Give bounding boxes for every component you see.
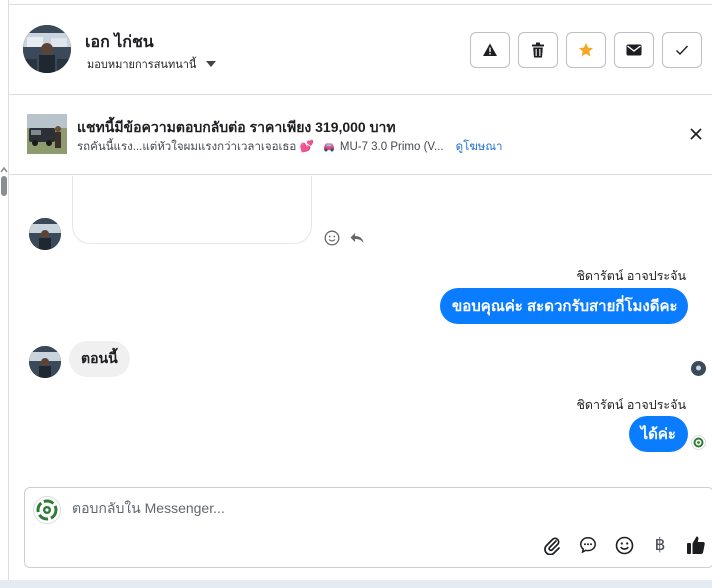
- composer-toolbar: ฿: [541, 534, 707, 556]
- reply-icon[interactable]: [349, 230, 365, 246]
- ad-banner: แชทนี้มีข้อความตอบกลับต่อ ราคาเพียง 319,…: [9, 96, 712, 175]
- emoji-react-icon[interactable]: [324, 230, 340, 246]
- seen-avatar: [691, 361, 706, 376]
- conversation-header: เอก ไก่ชน มอบหมายการสนทนานี้: [9, 5, 712, 95]
- incoming-message-bubble[interactable]: ตอนนี้: [69, 341, 130, 377]
- bottom-strip: [0, 580, 712, 588]
- message-input[interactable]: [72, 500, 632, 516]
- delete-button[interactable]: [518, 32, 558, 68]
- assign-conversation-dropdown[interactable]: มอบหมายการสนทนานี้: [87, 55, 217, 73]
- warning-icon: [483, 43, 497, 56]
- envelope-icon: [626, 44, 642, 56]
- outgoing-message-bubble[interactable]: ขอบคุณค่ะ สะดวกรับสายกี่โมงดีคะ: [440, 288, 688, 324]
- like-button[interactable]: [685, 534, 707, 556]
- star-icon: [579, 43, 593, 57]
- outgoing-message-bubble[interactable]: ได้ค่ะ: [628, 416, 688, 452]
- emoji-button[interactable]: [613, 534, 635, 556]
- contact-name: เอก ไก่ชน: [85, 34, 154, 51]
- message-actions: [324, 230, 365, 246]
- left-rail: [0, 0, 9, 588]
- thumbs-up-icon: [687, 536, 705, 554]
- sender-name: ชิดารัตน์ อาจประจัน: [576, 398, 686, 412]
- car-icon: [323, 143, 334, 152]
- seen-logo: [691, 435, 706, 450]
- ad-subtitle-row: รถคันนี้แรง...แต่หัวใจผมแรงกว่าเวลาเจอเธ…: [77, 138, 503, 156]
- emoji-icon: [615, 536, 633, 554]
- page-logo: [33, 496, 61, 524]
- paperclip-icon: [544, 537, 560, 555]
- contact-avatar[interactable]: [23, 25, 71, 73]
- close-icon[interactable]: [688, 126, 704, 142]
- ad-title: แชทนี้มีข้อความตอบกลับต่อ ราคาเพียง 319,…: [77, 119, 396, 135]
- reply-composer: ฿: [24, 487, 712, 568]
- contact-avatar-small: [29, 346, 61, 378]
- message-thread: ชิดารัตน์ อาจประจัน ขอบคุณค่ะ สะดวกรับสา…: [9, 176, 712, 482]
- header-actions: [470, 32, 702, 68]
- contact-avatar-small: [29, 218, 61, 250]
- caret-down-icon: [206, 61, 217, 67]
- star-button[interactable]: [566, 32, 606, 68]
- check-icon: [676, 45, 689, 56]
- baht-icon: ฿: [654, 535, 666, 555]
- scrollbar-thumb[interactable]: [1, 176, 7, 196]
- mark-unread-button[interactable]: [614, 32, 654, 68]
- incoming-attachment-bubble[interactable]: [72, 176, 312, 244]
- attach-button[interactable]: [541, 534, 563, 556]
- ad-subtitle: รถคันนี้แรง...แต่หัวใจผมแรงกว่าเวลาเจอเธ…: [77, 141, 314, 153]
- ad-thumbnail[interactable]: [27, 114, 67, 154]
- trash-icon: [532, 42, 544, 58]
- sender-name: ชิดารัตน์ อาจประจัน: [576, 269, 686, 283]
- saved-replies-button[interactable]: [577, 534, 599, 556]
- ad-car-label: MU-7 3.0 Primo (V...: [339, 141, 444, 153]
- chat-icon: [580, 537, 596, 554]
- scroll-up-arrow-icon[interactable]: [0, 166, 8, 174]
- mark-done-button[interactable]: [662, 32, 702, 68]
- assign-label: มอบหมายการสนทนานี้: [87, 59, 197, 71]
- report-spam-button[interactable]: [470, 32, 510, 68]
- view-ad-link[interactable]: ดูโฆษณา: [456, 138, 503, 156]
- payment-button[interactable]: ฿: [649, 534, 671, 556]
